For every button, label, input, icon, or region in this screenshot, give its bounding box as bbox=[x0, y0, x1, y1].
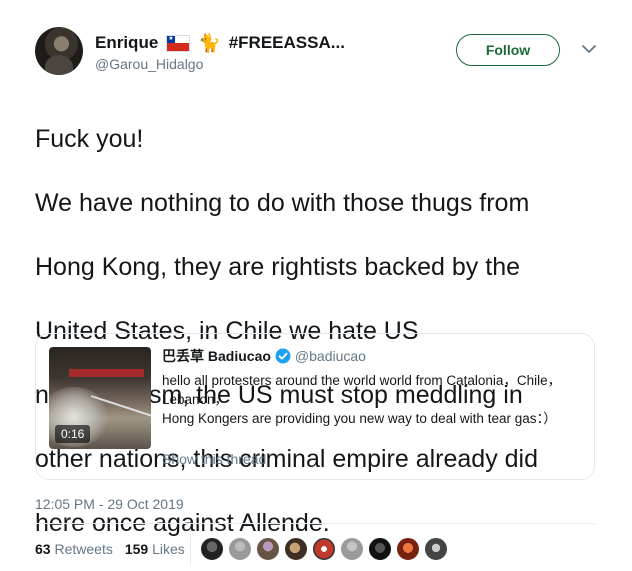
chile-flag-icon: ★ bbox=[166, 34, 191, 52]
avatar[interactable] bbox=[35, 27, 83, 75]
quoted-tweet-header: 巴丢草 Badiucao @badiucao bbox=[162, 346, 366, 366]
liker-avatar[interactable] bbox=[228, 537, 252, 561]
retweets-stat[interactable]: 63 Retweets bbox=[35, 541, 113, 557]
video-duration: 0:16 bbox=[55, 425, 91, 443]
quoted-display-name[interactable]: 巴丢草 Badiucao bbox=[162, 346, 271, 366]
liker-avatar[interactable] bbox=[368, 537, 392, 561]
quoted-text-line: hello all protesters around the world wo… bbox=[162, 373, 562, 388]
follow-button[interactable]: Follow bbox=[456, 34, 560, 66]
display-name-hashtag[interactable]: #FREEASSA... bbox=[229, 33, 345, 53]
liker-avatar[interactable] bbox=[284, 537, 308, 561]
name-row: Enrique ★ 🐈 #FREEASSA... bbox=[95, 33, 345, 53]
tweet-text-line: Hong Kong, they are rightists backed by … bbox=[35, 253, 521, 281]
user-handle[interactable]: @Garou_Hidalgo bbox=[95, 56, 203, 72]
liker-avatar[interactable] bbox=[424, 537, 448, 561]
video-thumbnail[interactable]: 0:16 bbox=[49, 347, 151, 449]
show-thread-link[interactable]: Show this thread bbox=[162, 451, 266, 467]
likes-label: Likes bbox=[152, 541, 185, 557]
liker-avatar[interactable] bbox=[312, 537, 336, 561]
divider bbox=[35, 523, 595, 524]
cat-icon: 🐈 bbox=[198, 33, 221, 53]
tweet-stats: 63 Retweets 159 Likes bbox=[35, 541, 185, 557]
likes-stat[interactable]: 159 Likes bbox=[125, 541, 185, 557]
quoted-tweet[interactable]: 0:16 巴丢草 Badiucao @badiucao hello all pr… bbox=[35, 333, 595, 480]
verified-badge-icon bbox=[275, 348, 291, 364]
likes-count: 159 bbox=[124, 541, 149, 557]
quoted-text-line: Hong Kongers are providing you new way t… bbox=[162, 411, 557, 426]
quoted-tweet-text: hello all protesters around the world wo… bbox=[162, 371, 582, 428]
liker-avatar[interactable] bbox=[256, 537, 280, 561]
liker-avatar[interactable] bbox=[200, 537, 224, 561]
liker-avatar[interactable] bbox=[396, 537, 420, 561]
quoted-text-line: Lebanon， bbox=[162, 392, 229, 407]
stats-divider bbox=[190, 533, 191, 565]
tweet-text-line: We have nothing to do with those thugs f… bbox=[35, 189, 530, 217]
liker-avatars bbox=[200, 537, 448, 561]
liker-avatar[interactable] bbox=[340, 537, 364, 561]
tweet-header: Enrique ★ 🐈 #FREEASSA... @Garou_Hidalgo … bbox=[35, 27, 605, 79]
chevron-down-icon[interactable] bbox=[580, 40, 598, 58]
display-name[interactable]: Enrique bbox=[95, 33, 158, 53]
tweet-text-line: Fuck you! bbox=[35, 125, 144, 153]
quoted-handle[interactable]: @badiucao bbox=[295, 348, 366, 364]
tweet-timestamp[interactable]: 12:05 PM - 29 Oct 2019 bbox=[35, 496, 184, 512]
retweets-label: Retweets bbox=[54, 541, 113, 557]
retweets-count: 63 bbox=[35, 541, 51, 557]
